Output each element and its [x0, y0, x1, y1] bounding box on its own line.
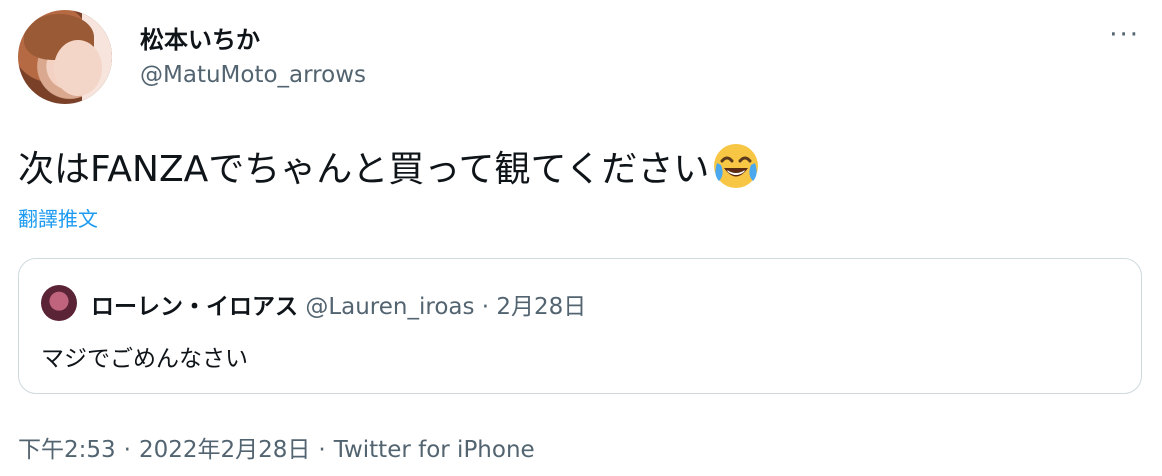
- quote-separator: ·: [481, 294, 490, 320]
- avatar-face: [54, 40, 102, 96]
- quote-author-avatar[interactable]: [41, 285, 77, 321]
- quote-header: ローレン・イロアス @Lauren_iroas · 2月28日: [91, 287, 586, 321]
- quote-author-name[interactable]: ローレン・イロアス: [91, 294, 298, 320]
- more-options-icon[interactable]: ···: [1109, 22, 1140, 48]
- quote-text: マジでごめんなさい: [41, 346, 248, 372]
- tweet-source[interactable]: Twitter for iPhone: [334, 437, 535, 463]
- tweet-body: 次はFANZAでちゃんと買って観てください: [18, 140, 761, 192]
- quote-date[interactable]: 2月28日: [496, 294, 586, 320]
- tweet-date[interactable]: 2022年2月28日: [139, 437, 310, 463]
- tweet-metadata: 下午2:53 · 2022年2月28日 · Twitter for iPhone: [18, 430, 535, 464]
- meta-separator: ·: [318, 437, 326, 463]
- author-avatar[interactable]: [18, 10, 112, 104]
- quote-author-handle[interactable]: @Lauren_iroas: [305, 294, 474, 320]
- meta-separator: ·: [123, 437, 131, 463]
- translate-tweet-link[interactable]: 翻譯推文: [18, 203, 98, 232]
- tweet-card: 松本いちか @MatuMoto_arrows ··· 次はFANZAでちゃんと買…: [0, 0, 1162, 476]
- face-with-tears-of-joy-icon: [711, 141, 761, 191]
- author-handle[interactable]: @MatuMoto_arrows: [140, 62, 366, 88]
- tweet-time[interactable]: 下午2:53: [18, 437, 116, 463]
- quoted-tweet[interactable]: ローレン・イロアス @Lauren_iroas · 2月28日 マジでごめんなさ…: [18, 258, 1142, 394]
- author-display-name[interactable]: 松本いちか: [140, 20, 260, 55]
- tweet-text: 次はFANZAでちゃんと買って観てください: [18, 149, 710, 190]
